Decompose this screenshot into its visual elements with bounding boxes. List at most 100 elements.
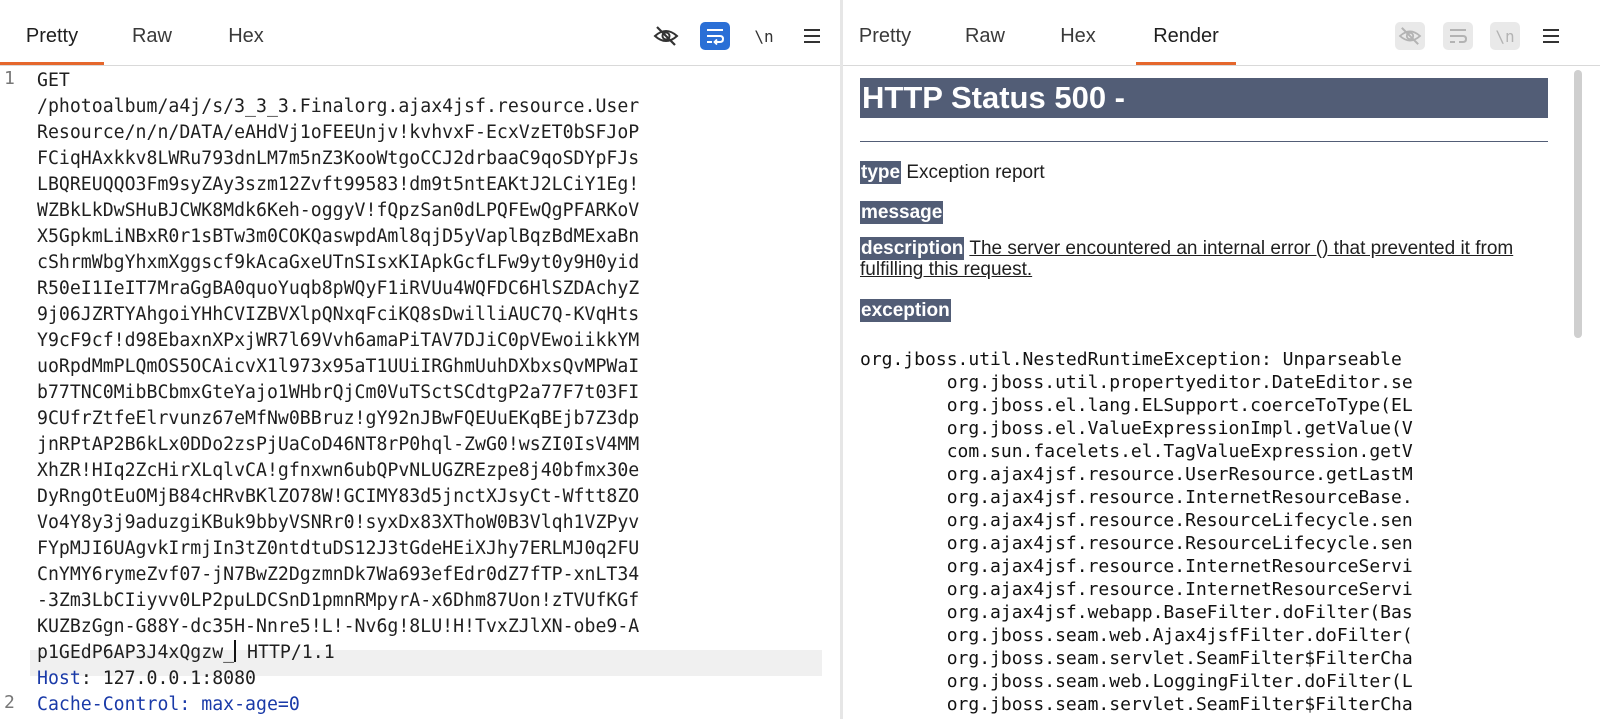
code-text: FCiqHAxkkv8LWRu793dnLM7m5nZ3KooWtgoCCJ2d… xyxy=(37,148,640,169)
code-text: WZBkLkDwSHuBJCWK8Mdk6Keh-oggyV!fQpzSan0d… xyxy=(37,200,640,221)
code-text: FYpMJI6UAgvkIrmjIn3tZ0ntdtuDS12J3tGdeHEi… xyxy=(37,538,640,559)
exception-label: exception xyxy=(860,299,951,322)
response-tab-pretty[interactable]: Pretty xyxy=(843,0,927,65)
code-line: 9CUfrZtfeElrvunz67eMfNw0BBruz!gY92nJBwFQ… xyxy=(37,406,639,432)
hamburger-menu-icon xyxy=(1543,29,1559,43)
code-line: Y9cF9cf!d98EbaxnXPxjWR7l69Vvh6amaPiTAV7D… xyxy=(37,328,639,354)
code-text: jnRPtAP2B6kLx0DDo2zsPjUaCoD46NT8rP0hql-Z… xyxy=(37,434,640,455)
hamburger-menu-icon xyxy=(804,29,820,43)
code-text: uoRpdMmPLQmOS5OCAicvX1l973x95aT1UUiIRGhm… xyxy=(37,356,640,377)
code-line: Resource/n/n/DATA/eAHdVj1oFEEUnjv!kvhvxF… xyxy=(37,120,639,146)
stack-line: org.ajax4jsf.webapp.BaseFilter.doFilter(… xyxy=(860,602,1413,623)
response-tabbar: Pretty Raw Hex Render \n xyxy=(843,0,1600,66)
response-tab-hex[interactable]: Hex xyxy=(1048,0,1108,65)
wrap-lines-button[interactable] xyxy=(700,22,730,50)
line-number: 1 xyxy=(4,68,15,89)
code-line: uoRpdMmPLQmOS5OCAicvX1l973x95aT1UUiIRGhm… xyxy=(37,354,639,380)
code-line: FCiqHAxkkv8LWRu793dnLM7m5nZ3KooWtgoCCJ2d… xyxy=(37,146,639,172)
http-version: HTTP/1.1 xyxy=(236,642,335,663)
header-name: Cache-Control: max-age=0 xyxy=(37,694,300,715)
code-text: Vo4Y8y3j9aduzgiKBuk9bbyVSNRr0!syxDx83XTh… xyxy=(37,512,640,533)
code-text: X5GpkmLiNBxR0r1sBTw3m0COKQaswpdAml8qjD5y… xyxy=(37,226,640,247)
code-line: cShrmWbgYhxmXggscf9kAcaGxeUTnSIsxKIApkGc… xyxy=(37,250,639,276)
stack-line: org.jboss.el.ValueExpressionImpl.getValu… xyxy=(860,418,1413,439)
type-value: Exception report xyxy=(901,162,1045,183)
code-line: LBQREUQQO3Fm9syZAy3szm12Zvft99583!dm9t5n… xyxy=(37,172,639,198)
code-line: WZBkLkDwSHuBJCWK8Mdk6Keh-oggyV!fQpzSan0d… xyxy=(37,198,639,224)
description-label: description xyxy=(860,237,965,260)
response-hide-nonprintable-button[interactable] xyxy=(1395,22,1425,50)
type-row: type Exception report xyxy=(860,161,1548,184)
code-line: XhZR!HIq2ZcHirXLqlvCA!gfnxwn6ubQPvNLUGZR… xyxy=(37,458,639,484)
status-heading: HTTP Status 500 - xyxy=(860,78,1548,118)
code-text: R50eI1IeIT7MraGgBA0quoYuqb8pWQyF1iRVUu4W… xyxy=(37,278,640,299)
stack-trace: org.jboss.util.NestedRuntimeException: U… xyxy=(860,348,1413,716)
code-text: b77TNC0MibBCbmxGteYajo1WHbrQjCm0VuTSctSC… xyxy=(37,382,640,403)
stack-line: org.jboss.seam.web.Ajax4jsfFilter.doFilt… xyxy=(860,625,1413,646)
message-row: message xyxy=(860,201,1548,224)
code-line: KUZBzGgn-G88Y-dc35H-Nnre5!L!-Nv6g!8LU!H!… xyxy=(37,614,639,640)
line-number: 2 xyxy=(4,692,15,713)
message-label: message xyxy=(860,201,944,224)
request-tabbar: Pretty Raw Hex \n xyxy=(0,0,840,66)
code-line: DyRngOtEuOMjB84cHRvBKlZO78W!GCIMY83d5jnc… xyxy=(37,484,639,510)
response-tab-render[interactable]: Render xyxy=(1136,0,1236,65)
code-text: KUZBzGgn-G88Y-dc35H-Nnre5!L!-Nv6g!8LU!H!… xyxy=(37,616,640,637)
request-tab-raw[interactable]: Raw xyxy=(120,0,184,65)
response-wrap-lines-button[interactable] xyxy=(1443,22,1473,50)
code-text: LBQREUQQO3Fm9syZAy3szm12Zvft99583!dm9t5n… xyxy=(37,174,640,195)
stack-line: org.ajax4jsf.resource.InternetResourceSe… xyxy=(860,579,1413,600)
request-editor[interactable]: 1 2 GET/photoalbum/a4j/s/3_3_3.Finalorg.… xyxy=(0,66,822,719)
show-newlines-button[interactable]: \n xyxy=(749,22,779,50)
response-tab-raw[interactable]: Raw xyxy=(953,0,1017,65)
description-row: description The server encountered an in… xyxy=(860,237,1548,280)
stack-line: org.jboss.seam.servlet.SeamFilter$Filter… xyxy=(860,694,1413,715)
stack-line: org.jboss.el.lang.ELSupport.coerceToType… xyxy=(860,395,1413,416)
header-value: : 127.0.0.1:8080 xyxy=(80,668,257,689)
request-tab-pretty[interactable]: Pretty xyxy=(0,0,104,65)
code-text: 9CUfrZtfeElrvunz67eMfNw0BBruz!gY92nJBwFQ… xyxy=(37,408,640,429)
code-text: cShrmWbgYhxmXggscf9kAcaGxeUTnSIsxKIApkGc… xyxy=(37,252,640,273)
code-text: 9j06JZRTYAhgoiYHhCVIZBVXlpQNxqFciKQ8sDwi… xyxy=(37,304,640,325)
code-line: -3Zm3LbCIiyvv0LP2puLDCSnD1pmnRMpyrA-x6Dh… xyxy=(37,588,639,614)
horizontal-rule xyxy=(860,141,1548,142)
code-text: -3Zm3LbCIiyvv0LP2puLDCSnD1pmnRMpyrA-x6Dh… xyxy=(37,590,640,611)
stack-line: org.jboss.seam.web.LoggingFilter.doFilte… xyxy=(860,671,1413,692)
code-text: Resource/n/n/DATA/eAHdVj1oFEEUnjv!kvhvxF… xyxy=(37,122,640,143)
response-pane: Pretty Raw Hex Render \n HTTP Status 500… xyxy=(843,0,1600,719)
code-line: p1GEdP6AP3J4xQgzw_ HTTP/1.1 xyxy=(37,640,335,666)
stack-line: org.jboss.seam.servlet.SeamFilter$Filter… xyxy=(860,648,1413,669)
header-name: Host xyxy=(37,668,81,689)
request-pane: Pretty Raw Hex \n 1 2 GET /photoalbum/a4… xyxy=(0,0,840,719)
request-tab-hex[interactable]: Hex xyxy=(216,0,276,65)
request-menu-button[interactable] xyxy=(797,22,827,50)
code-line: jnRPtAP2B6kLx0DDo2zsPjUaCoD46NT8rP0hql-Z… xyxy=(37,432,639,458)
code-text: /photoalbum/a4j/s/3_3_3.Finalorg.ajax4js… xyxy=(37,96,640,117)
newline-toggle-label: \n xyxy=(754,26,774,46)
type-label: type xyxy=(860,161,902,184)
stack-line: org.ajax4jsf.resource.ResourceLifecycle.… xyxy=(860,533,1413,554)
response-menu-button[interactable] xyxy=(1536,22,1566,50)
stack-line: org.jboss.util.propertyeditor.DateEditor… xyxy=(860,372,1413,393)
code-text: p1GEdP6AP3J4xQgzw_ xyxy=(37,642,235,663)
code-text: Y9cF9cf!d98EbaxnXPxjWR7l69Vvh6amaPiTAV7D… xyxy=(37,330,640,351)
hide-nonprintable-button[interactable] xyxy=(651,22,681,50)
stack-line: org.ajax4jsf.resource.InternetResourceBa… xyxy=(860,487,1413,508)
code-line: CnYMY6rymeZvf07-jN7BwZ2DgzmnDk7Wa693efEd… xyxy=(37,562,639,588)
code-text: CnYMY6rymeZvf07-jN7BwZ2DgzmnDk7Wa693efEd… xyxy=(37,564,640,585)
code-line: Host: 127.0.0.1:8080 xyxy=(37,666,256,692)
stack-line: org.jboss.util.NestedRuntimeException: U… xyxy=(860,349,1402,370)
code-line: GET xyxy=(37,68,70,94)
code-line: Vo4Y8y3j9aduzgiKBuk9bbyVSNRr0!syxDx83XTh… xyxy=(37,510,639,536)
code-text: GET xyxy=(37,70,70,91)
code-text: XhZR!HIq2ZcHirXLqlvCA!gfnxwn6ubQPvNLUGZR… xyxy=(37,460,640,481)
code-line: 9j06JZRTYAhgoiYHhCVIZBVXlpQNxqFciKQ8sDwi… xyxy=(37,302,639,328)
code-line: b77TNC0MibBCbmxGteYajo1WHbrQjCm0VuTSctSC… xyxy=(37,380,639,406)
code-line: R50eI1IeIT7MraGgBA0quoYuqb8pWQyF1iRVUu4W… xyxy=(37,276,639,302)
response-scrollbar[interactable] xyxy=(1574,70,1582,338)
wrap-lines-icon xyxy=(707,29,725,45)
stack-line: org.ajax4jsf.resource.InternetResourceSe… xyxy=(860,556,1413,577)
response-show-newlines-button[interactable]: \n xyxy=(1490,22,1520,50)
code-line: FYpMJI6UAgvkIrmjIn3tZ0ntdtuDS12J3tGdeHEi… xyxy=(37,536,639,562)
code-line: X5GpkmLiNBxR0r1sBTw3m0COKQaswpdAml8qjD5y… xyxy=(37,224,639,250)
